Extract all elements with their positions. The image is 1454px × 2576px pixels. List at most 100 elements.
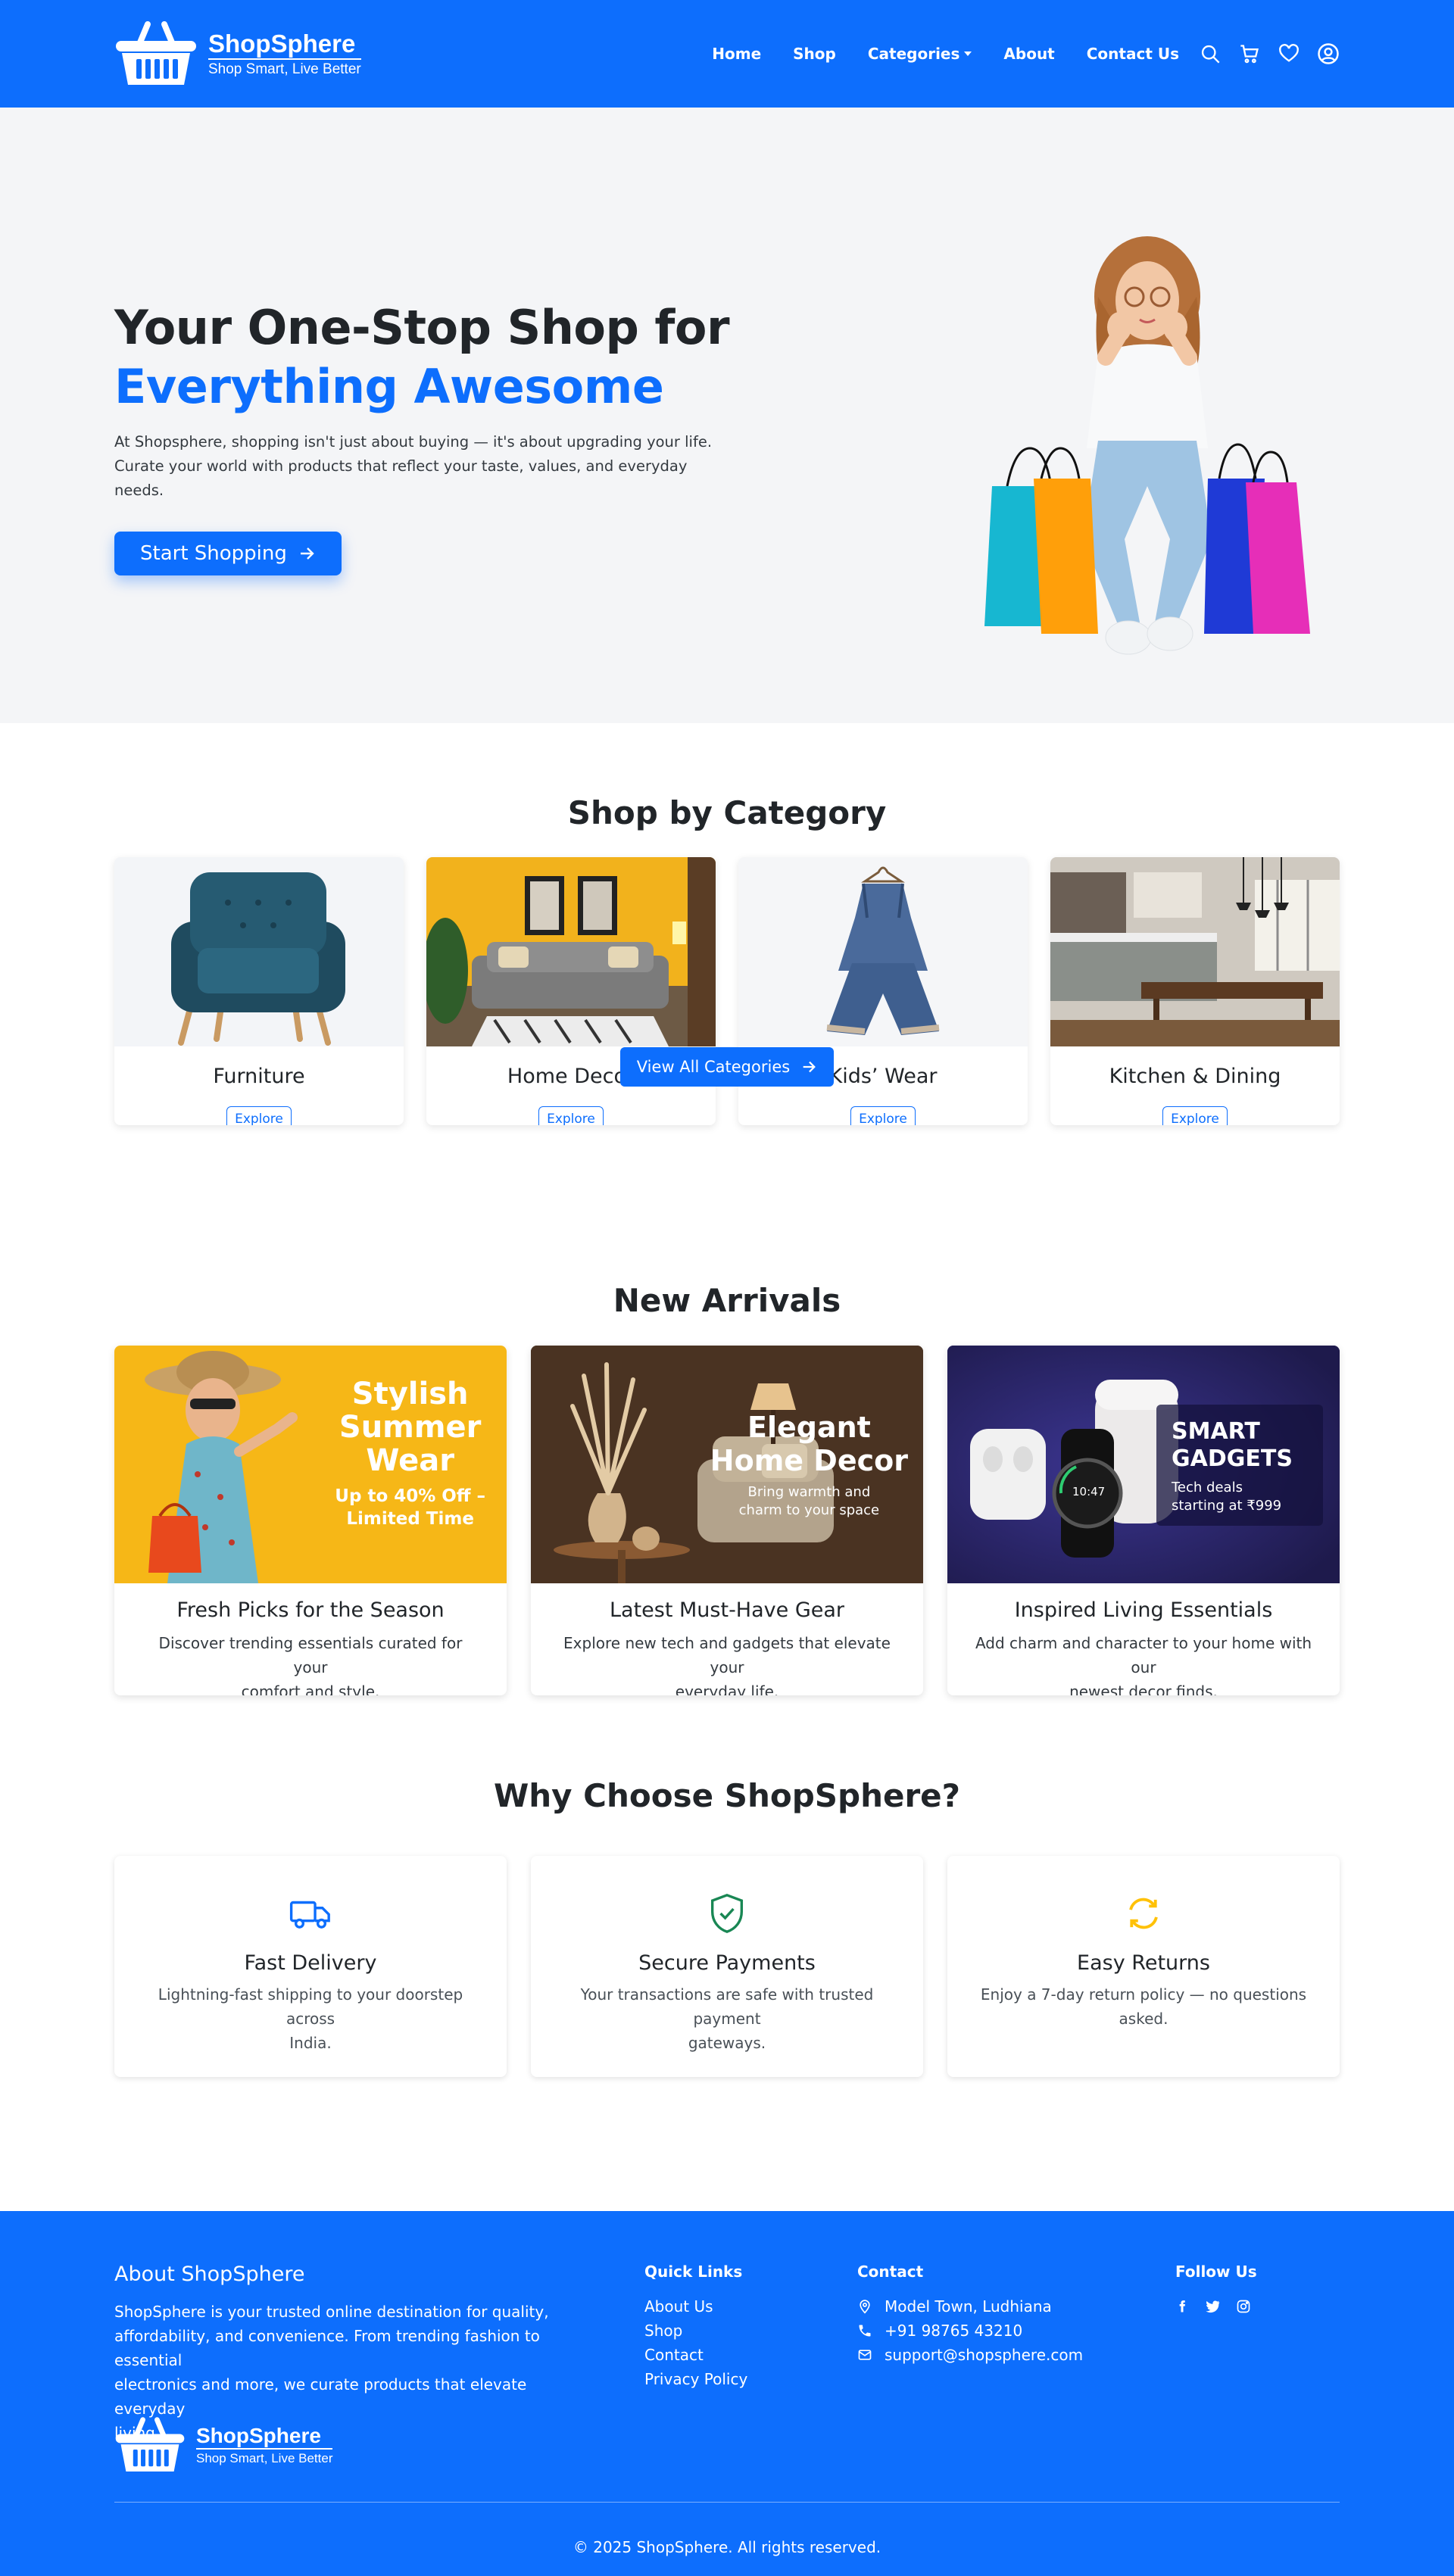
footer-link-contact[interactable]: Contact: [644, 2343, 747, 2367]
why-choose-section: Why Choose ShopSphere? Fast Delivery Lig…: [0, 1754, 1454, 2189]
banner-title-line2: Home Decor: [710, 1444, 908, 1477]
arrival-card-summer[interactable]: Stylish Summer Wear Up to 40% Off – Limi…: [114, 1346, 507, 1695]
smartwatch-time: 10:47: [1072, 1485, 1106, 1499]
search-icon[interactable]: [1199, 42, 1222, 65]
feature-title: Easy Returns: [1077, 1951, 1210, 1975]
brand-tagline: Shop Smart, Live Better: [208, 58, 361, 78]
user-account-icon[interactable]: [1317, 42, 1340, 65]
twitter-icon[interactable]: [1204, 2299, 1221, 2317]
arrival-banner-gadgets: 10:47 SMART GADGETS Tech deals starting …: [947, 1346, 1340, 1583]
heart-icon[interactable]: [1278, 42, 1300, 65]
category-section: Shop by Category Furniture Explore Home …: [0, 723, 1454, 1255]
facebook-icon[interactable]: [1175, 2299, 1189, 2317]
feature-desc: Lightning-fast shipping to your doorstep…: [145, 1982, 476, 2055]
arrival-desc-line1: Discover trending essentials curated for…: [158, 1634, 463, 1676]
feature-title: Fast Delivery: [244, 1951, 377, 1975]
basket-logo-icon: [116, 21, 196, 85]
footer-brand-logo[interactable]: ShopSphere Shop Smart, Live Better: [114, 2415, 333, 2475]
feature-desc: Enjoy a 7-day return policy — no questio…: [978, 1982, 1309, 2031]
footer-phone[interactable]: +91 98765 43210: [857, 2319, 1083, 2343]
caret-down-icon: [964, 51, 972, 56]
view-all-categories-label: View All Categories: [636, 1058, 791, 1076]
hero-description-line1: At Shopsphere, shopping isn't just about…: [114, 433, 713, 451]
main-nav: Home Shop Categories About Contact Us: [712, 42, 1340, 65]
hero-shopper-illustration: [984, 236, 1310, 655]
feature-desc-line1: Enjoy a 7-day return policy — no questio…: [980, 1985, 1307, 2004]
arrival-card-desc: Discover trending essentials curated for…: [140, 1631, 481, 1695]
hero-title-highlight: Everything Awesome: [114, 359, 664, 414]
category-card-furniture[interactable]: Furniture Explore: [114, 857, 404, 1125]
nav-shop[interactable]: Shop: [793, 45, 836, 63]
top-navbar: ShopSphere Shop Smart, Live Better Home …: [0, 0, 1454, 108]
category-image-furniture: [114, 857, 404, 1046]
nav-categories-dropdown[interactable]: Categories: [868, 45, 972, 63]
basket-logo-icon: [115, 2417, 185, 2472]
arrival-banner-decor: Elegant Home Decor Bring warmth and char…: [531, 1346, 923, 1583]
feature-card-easy-returns: Easy Returns Enjoy a 7-day return policy…: [947, 1856, 1340, 2077]
banner-title-line3: Wear: [366, 1443, 454, 1478]
nav-home[interactable]: Home: [712, 45, 761, 63]
explore-button[interactable]: Explore: [850, 1106, 916, 1125]
arrow-right-icon: [300, 547, 314, 560]
follow-us-title: Follow Us: [1175, 2263, 1257, 2281]
explore-button[interactable]: Explore: [538, 1106, 604, 1125]
arrival-card-decor[interactable]: Elegant Home Decor Bring warmth and char…: [531, 1346, 923, 1695]
banner-subtitle-line2: Limited Time: [346, 1509, 474, 1529]
footer-email[interactable]: support@shopsphere.com: [857, 2343, 1083, 2367]
arrival-banner-summer: Stylish Summer Wear Up to 40% Off – Limi…: [114, 1346, 507, 1583]
footer-link-privacy-policy[interactable]: Privacy Policy: [644, 2367, 747, 2391]
category-section-title: Shop by Category: [567, 794, 887, 831]
footer-follow: Follow Us: [1175, 2263, 1257, 2317]
arrival-card-title: Latest Must-Have Gear: [609, 1598, 845, 1622]
banner-subtitle-line1: Up to 40% Off –: [335, 1486, 485, 1506]
site-footer: About ShopSphere ShopSphere is your trus…: [0, 2211, 1454, 2576]
arrival-desc-line2: comfort and style.: [241, 1683, 380, 1695]
envelope-icon: [858, 2350, 872, 2360]
hero-description: At Shopsphere, shopping isn't just about…: [114, 430, 735, 503]
brand-logo[interactable]: ShopSphere Shop Smart, Live Better: [114, 20, 361, 88]
instagram-icon[interactable]: [1236, 2299, 1251, 2317]
cart-icon[interactable]: [1238, 42, 1261, 65]
footer-address-text: Model Town, Ludhiana: [885, 2297, 1052, 2316]
explore-button[interactable]: Explore: [1162, 1106, 1228, 1125]
footer-email-text: support@shopsphere.com: [885, 2346, 1084, 2364]
footer-about-title: About ShopSphere: [114, 2263, 305, 2286]
arrival-desc-line2: newest decor finds.: [1069, 1683, 1218, 1695]
nav-contact[interactable]: Contact Us: [1087, 45, 1179, 63]
banner-title-line1: SMART: [1172, 1418, 1260, 1445]
category-image-home-decor: [426, 857, 716, 1046]
category-card-kitchen-dining[interactable]: Kitchen & Dining Explore: [1050, 857, 1340, 1125]
footer-link-shop[interactable]: Shop: [644, 2319, 747, 2343]
arrival-desc-line1: Add charm and character to your home wit…: [975, 1634, 1312, 1676]
quick-links-title: Quick Links: [644, 2263, 743, 2281]
explore-button[interactable]: Explore: [226, 1106, 292, 1125]
banner-subtitle-line2: charm to your space: [738, 1502, 880, 1518]
shield-check-icon: [704, 1891, 750, 1936]
nav-categories-label: Categories: [867, 45, 960, 63]
hero-description-line2: Curate your world with products that ref…: [114, 457, 688, 499]
feature-card-secure-payments: Secure Payments Your transactions are sa…: [531, 1856, 923, 2077]
feature-desc-line2: India.: [289, 2034, 332, 2052]
feature-desc: Your transactions are safe with trusted …: [561, 1982, 893, 2055]
contact-title: Contact: [857, 2263, 924, 2281]
footer-address: Model Town, Ludhiana: [857, 2294, 1083, 2319]
arrival-card-gadgets[interactable]: 10:47 SMART GADGETS Tech deals starting …: [947, 1346, 1340, 1695]
footer-about-line1: ShopSphere is your trusted online destin…: [114, 2303, 549, 2321]
footer-link-about-us[interactable]: About Us: [644, 2294, 747, 2319]
view-all-categories-button[interactable]: View All Categories: [620, 1047, 834, 1087]
truck-icon: [288, 1891, 333, 1936]
hero-section: Your One-Stop Shop for Everything Awesom…: [0, 108, 1454, 723]
banner-title-line2: Summer: [339, 1410, 482, 1445]
start-shopping-button[interactable]: Start Shopping: [114, 532, 342, 575]
nav-about[interactable]: About: [1003, 45, 1054, 63]
category-name: Kitchen & Dining: [1109, 1065, 1281, 1088]
banner-subtitle-line1: Bring warmth and: [747, 1484, 871, 1500]
footer-divider: [114, 2502, 1340, 2503]
arrow-repeat-icon: [1121, 1891, 1166, 1936]
footer-about-line3: electronics and more, we curate products…: [114, 2375, 527, 2418]
footer-contact: Contact Model Town, Ludhiana +91 98765 4…: [857, 2263, 1083, 2367]
brand-name: ShopSphere: [208, 30, 356, 58]
feature-desc-line2: asked.: [1119, 2010, 1169, 2028]
arrival-card-desc: Explore new tech and gadgets that elevat…: [557, 1631, 897, 1695]
hero-title-line1: Your One-Stop Shop for: [114, 300, 730, 355]
